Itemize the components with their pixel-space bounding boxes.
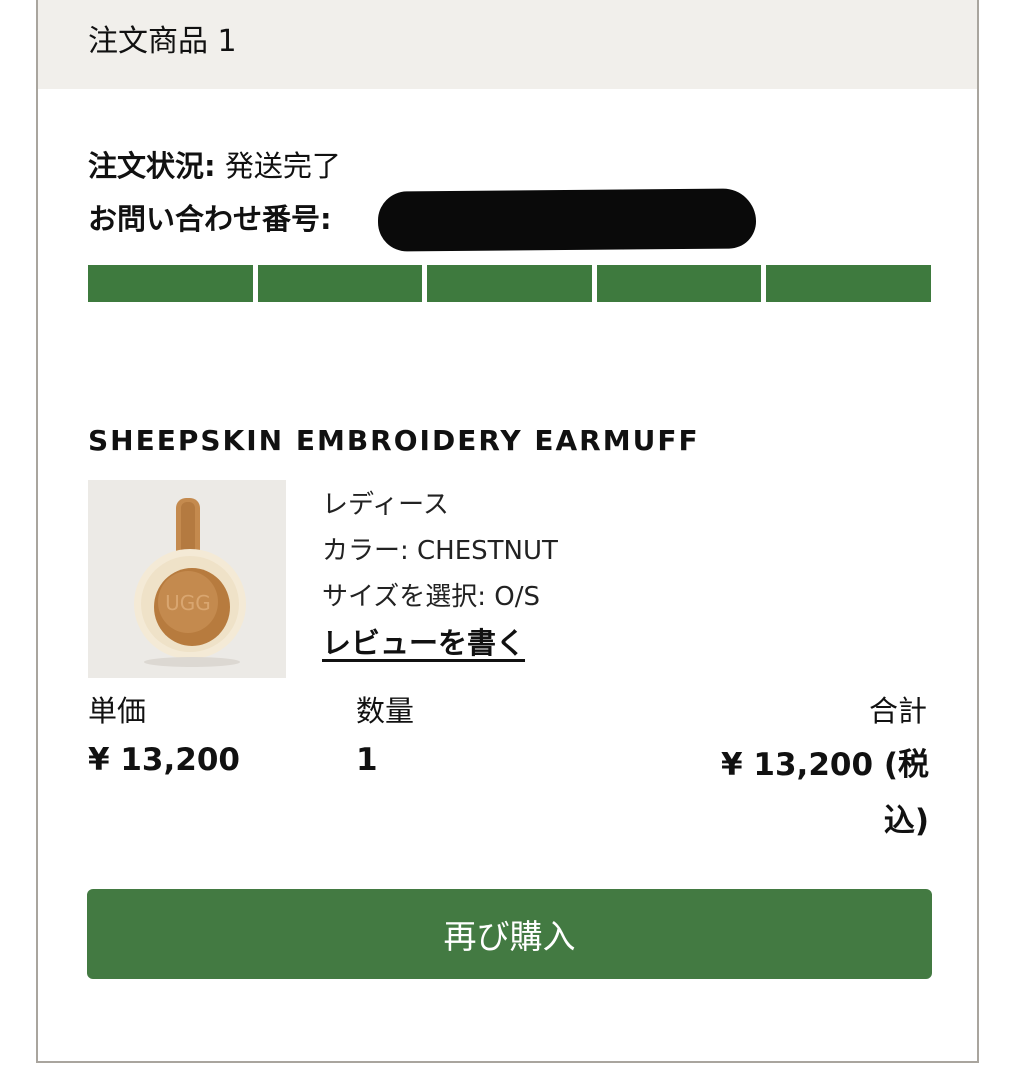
write-review-link[interactable]: レビューを書く [322, 620, 525, 662]
progress-segment [766, 265, 931, 302]
quantity-value: 1 [356, 742, 378, 778]
product-name: SHEEPSKIN EMBROIDERY EARMUFF [88, 424, 700, 457]
order-item-card: 注文商品 1 注文状況: 発送完了 お問い合わせ番号: SHEEPSKIN EM… [36, 0, 979, 1063]
progress-segment [257, 265, 423, 302]
product-gender: レディース [322, 490, 449, 520]
product-image[interactable]: UGG [88, 480, 286, 678]
total-value: ¥ 13,200 (税込) [721, 747, 929, 839]
progress-segment [88, 265, 253, 302]
shipping-progress-bar [88, 265, 931, 302]
unit-price-value: ¥ 13,200 [88, 742, 240, 778]
inquiry-number: お問い合わせ番号: [88, 196, 332, 238]
product-size: サイズを選択: O/S [322, 582, 540, 612]
total-label: 合計 [868, 694, 927, 728]
progress-segment [427, 265, 592, 302]
page-title: 注文商品 1 [88, 24, 237, 59]
earmuff-image: UGG [88, 480, 286, 678]
unit-price-label: 単価 [88, 694, 147, 728]
quantity-label: 数量 [356, 694, 415, 728]
logo-embroidery: UGG [165, 591, 211, 615]
status-label: 注文状況: [88, 149, 216, 183]
progress-segment [596, 265, 762, 302]
inquiry-label: お問い合わせ番号: [88, 202, 332, 236]
status-value: 発送完了 [224, 149, 341, 183]
product-color: カラー: CHESTNUT [322, 536, 558, 566]
rebuy-button[interactable]: 再び購入 [87, 889, 932, 979]
order-status: 注文状況: 発送完了 [88, 143, 341, 185]
card-header: 注文商品 1 [38, 0, 977, 89]
redacted-inquiry-number [377, 188, 757, 252]
